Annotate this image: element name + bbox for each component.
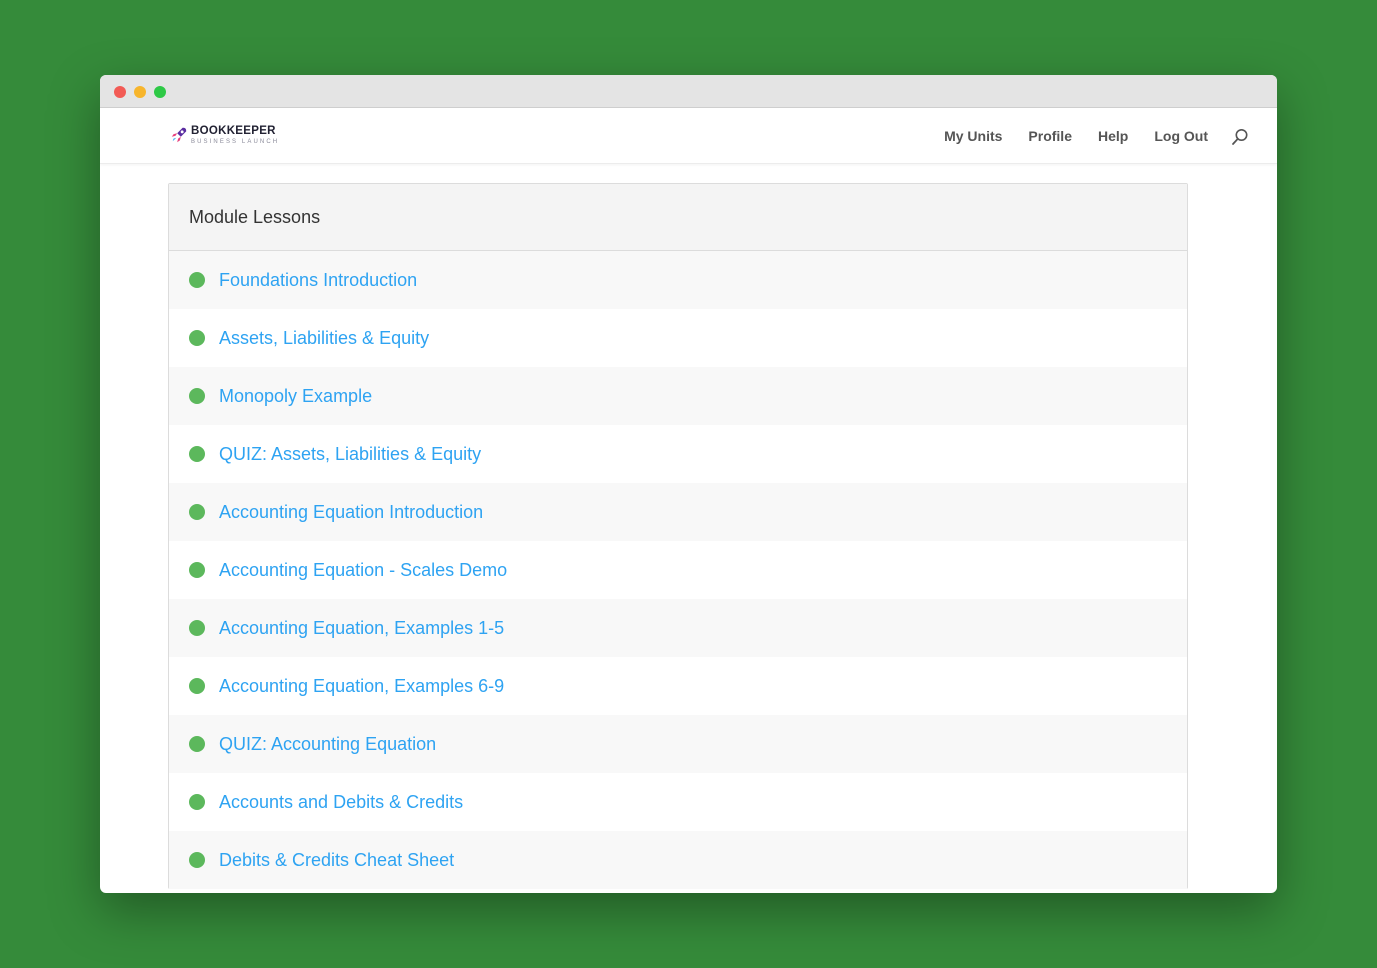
- lesson-row[interactable]: Accounting Equation - Scales Demo: [169, 541, 1187, 599]
- completed-status-icon: [189, 620, 205, 636]
- module-lessons-panel: Module Lessons Foundations Introduction A…: [168, 183, 1188, 889]
- nav-profile[interactable]: Profile: [1028, 128, 1072, 144]
- lesson-link[interactable]: Accounting Equation - Scales Demo: [219, 560, 507, 581]
- lesson-link[interactable]: Accounts and Debits & Credits: [219, 792, 463, 813]
- completed-status-icon: [189, 794, 205, 810]
- lesson-list: Foundations Introduction Assets, Liabilit…: [169, 251, 1187, 889]
- nav-help[interactable]: Help: [1098, 128, 1128, 144]
- completed-status-icon: [189, 678, 205, 694]
- module-content: Module Lessons Foundations Introduction A…: [168, 183, 1188, 889]
- lesson-row[interactable]: Foundations Introduction: [169, 251, 1187, 309]
- site-logo[interactable]: BOOKKEEPER BUSINESS LAUNCH: [170, 125, 280, 145]
- completed-status-icon: [189, 562, 205, 578]
- browser-window: BOOKKEEPER BUSINESS LAUNCH My Units Prof…: [100, 75, 1277, 893]
- brand-name: BOOKKEEPER: [191, 125, 276, 137]
- lesson-link[interactable]: Accounting Equation Introduction: [219, 502, 483, 523]
- search-icon[interactable]: [1231, 128, 1249, 146]
- completed-status-icon: [189, 852, 205, 868]
- lesson-link[interactable]: Accounting Equation, Examples 1-5: [219, 618, 504, 639]
- close-window-button[interactable]: [114, 86, 126, 98]
- lesson-link[interactable]: Assets, Liabilities & Equity: [219, 328, 429, 349]
- site-header: BOOKKEEPER BUSINESS LAUNCH My Units Prof…: [100, 108, 1277, 164]
- completed-status-icon: [189, 446, 205, 462]
- completed-status-icon: [189, 330, 205, 346]
- lesson-link[interactable]: QUIZ: Assets, Liabilities & Equity: [219, 444, 481, 465]
- module-lessons-title: Module Lessons: [169, 184, 1187, 251]
- lesson-row[interactable]: Accounts and Debits & Credits: [169, 773, 1187, 831]
- lesson-link[interactable]: Accounting Equation, Examples 6-9: [219, 676, 504, 697]
- maximize-window-button[interactable]: [154, 86, 166, 98]
- nav-log-out[interactable]: Log Out: [1154, 128, 1208, 144]
- lesson-row[interactable]: Accounting Equation, Examples 6-9: [169, 657, 1187, 715]
- lesson-row[interactable]: QUIZ: Assets, Liabilities & Equity: [169, 425, 1187, 483]
- rocket-logo-icon: [171, 128, 187, 143]
- nav-my-units[interactable]: My Units: [944, 128, 1002, 144]
- lesson-link[interactable]: Monopoly Example: [219, 386, 372, 407]
- completed-status-icon: [189, 736, 205, 752]
- completed-status-icon: [189, 272, 205, 288]
- completed-status-icon: [189, 388, 205, 404]
- lesson-row[interactable]: QUIZ: Accounting Equation: [169, 715, 1187, 773]
- brand-tagline: BUSINESS LAUNCH: [191, 138, 280, 145]
- lesson-row[interactable]: Debits & Credits Cheat Sheet: [169, 831, 1187, 889]
- lesson-link[interactable]: Foundations Introduction: [219, 270, 417, 291]
- minimize-window-button[interactable]: [134, 86, 146, 98]
- lesson-row[interactable]: Accounting Equation, Examples 1-5: [169, 599, 1187, 657]
- completed-status-icon: [189, 504, 205, 520]
- lesson-link[interactable]: QUIZ: Accounting Equation: [219, 734, 436, 755]
- lesson-row[interactable]: Assets, Liabilities & Equity: [169, 309, 1187, 367]
- main-nav: My Units Profile Help Log Out: [918, 108, 1208, 164]
- lesson-row[interactable]: Monopoly Example: [169, 367, 1187, 425]
- lesson-link[interactable]: Debits & Credits Cheat Sheet: [219, 850, 454, 871]
- window-titlebar: [100, 75, 1277, 108]
- lesson-row[interactable]: Accounting Equation Introduction: [169, 483, 1187, 541]
